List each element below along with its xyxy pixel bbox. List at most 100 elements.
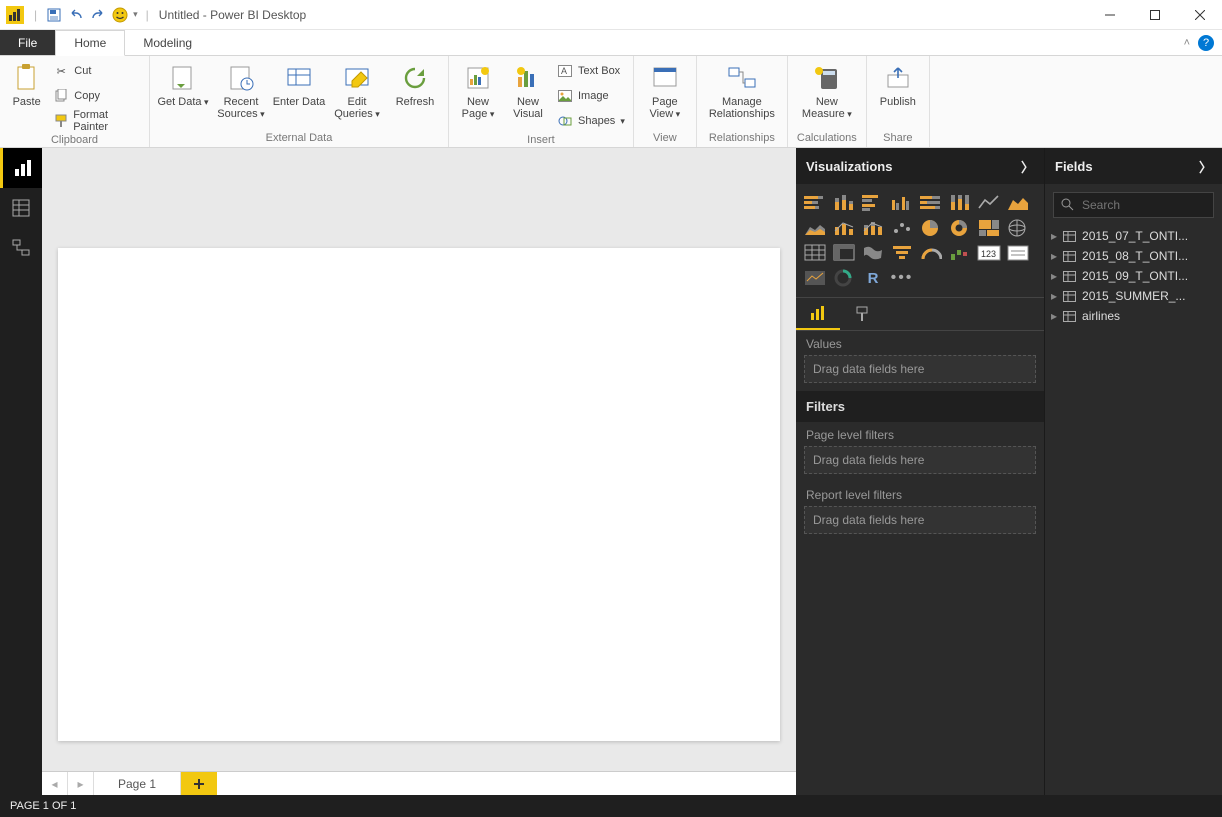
get-data-button[interactable]: Get Data <box>156 60 210 108</box>
textbox-button[interactable]: AText Box <box>555 60 627 82</box>
report-filters-dropzone[interactable]: Drag data fields here <box>804 506 1036 534</box>
viz-treemap-icon[interactable] <box>976 217 1002 239</box>
viz-format-tab-icon[interactable] <box>840 298 884 330</box>
minimize-button[interactable] <box>1087 0 1132 30</box>
viz-clustered-column-icon[interactable] <box>889 192 915 214</box>
smiley-icon[interactable] <box>111 6 129 24</box>
field-table[interactable]: ▸2015_SUMMER_... <box>1045 286 1222 306</box>
tab-modeling[interactable]: Modeling <box>125 30 210 55</box>
edit-queries-button[interactable]: Edit Queries <box>330 60 384 120</box>
qat-dropdown-icon[interactable]: ▾ <box>133 9 138 20</box>
viz-kpi-icon[interactable] <box>802 267 828 289</box>
shapes-button[interactable]: Shapes ▾ <box>555 110 627 132</box>
new-visual-button[interactable]: New Visual <box>505 60 551 120</box>
tab-home[interactable]: Home <box>55 30 125 56</box>
field-table[interactable]: ▸airlines <box>1045 306 1222 326</box>
nav-data-icon[interactable] <box>0 188 42 228</box>
viz-matrix-icon[interactable] <box>831 242 857 264</box>
values-label: Values <box>796 331 1044 355</box>
format-painter-button[interactable]: Format Painter <box>51 110 143 132</box>
page-filters-label: Page level filters <box>796 422 1044 446</box>
page-filters-dropzone[interactable]: Drag data fields here <box>804 446 1036 474</box>
manage-relationships-button[interactable]: Manage Relationships <box>703 60 781 120</box>
status-bar: PAGE 1 OF 1 <box>0 795 1222 817</box>
viz-100-stacked-column-icon[interactable] <box>947 192 973 214</box>
viz-clustered-bar-icon[interactable] <box>860 192 886 214</box>
nav-model-icon[interactable] <box>0 228 42 268</box>
publish-button[interactable]: Publish <box>873 60 923 108</box>
save-button[interactable] <box>45 6 63 24</box>
viz-stacked-bar-icon[interactable] <box>802 192 828 214</box>
close-button[interactable] <box>1177 0 1222 30</box>
window-title: Untitled - Power BI Desktop <box>159 8 306 22</box>
field-table[interactable]: ▸2015_08_T_ONTI... <box>1045 246 1222 266</box>
refresh-button[interactable]: Refresh <box>388 60 442 108</box>
viz-waterfall-icon[interactable] <box>947 242 973 264</box>
viz-r-icon[interactable]: R <box>860 267 886 289</box>
viz-100-stacked-bar-icon[interactable] <box>918 192 944 214</box>
viz-more-icon[interactable]: ••• <box>889 267 915 289</box>
viz-map-icon[interactable] <box>1005 217 1031 239</box>
enter-data-button[interactable]: Enter Data <box>272 60 326 108</box>
viz-donut-icon[interactable] <box>947 217 973 239</box>
viz-scatter-icon[interactable] <box>889 217 915 239</box>
redo-button[interactable] <box>89 6 107 24</box>
expand-icon: ▸ <box>1051 289 1057 303</box>
viz-area-icon[interactable] <box>1005 192 1031 214</box>
paste-button[interactable]: Paste <box>6 60 47 108</box>
cut-button[interactable]: ✂Cut <box>51 60 143 82</box>
table-icon <box>1063 251 1076 262</box>
table-icon <box>1063 311 1076 322</box>
image-button[interactable]: Image <box>555 85 627 107</box>
viz-card-icon[interactable]: 123 <box>976 242 1002 264</box>
visualizations-header[interactable]: Visualizations〉 <box>796 148 1044 184</box>
field-table[interactable]: ▸2015_07_T_ONTI... <box>1045 226 1222 246</box>
viz-combo-col-line-icon[interactable] <box>831 217 857 239</box>
viz-stacked-area-icon[interactable] <box>802 217 828 239</box>
fields-header[interactable]: Fields〉 <box>1045 148 1222 184</box>
visualization-picker: 123 R ••• <box>796 184 1044 297</box>
group-label-calc: Calculations <box>794 130 860 147</box>
table-icon <box>1063 271 1076 282</box>
collapse-ribbon-icon[interactable]: ˄ <box>1184 37 1190 49</box>
left-nav <box>0 148 42 795</box>
page-next-icon[interactable]: ▸ <box>68 772 94 795</box>
fields-search-input[interactable] <box>1053 192 1214 218</box>
viz-table-icon[interactable] <box>802 242 828 264</box>
new-measure-button[interactable]: New Measure <box>794 60 860 120</box>
viz-slicer-icon[interactable] <box>1005 242 1031 264</box>
viz-gauge-icon[interactable] <box>918 242 944 264</box>
report-canvas[interactable] <box>58 248 780 741</box>
viz-pie-icon[interactable] <box>918 217 944 239</box>
copy-button[interactable]: Copy <box>51 85 143 107</box>
viz-fields-tab-icon[interactable] <box>796 298 840 330</box>
viz-combo-stacked-line-icon[interactable] <box>860 217 886 239</box>
undo-button[interactable] <box>67 6 85 24</box>
expand-icon: ▸ <box>1051 309 1057 323</box>
viz-filled-map-icon[interactable] <box>860 242 886 264</box>
chevron-right-icon: 〉 <box>1021 157 1034 176</box>
recent-sources-button[interactable]: Recent Sources <box>214 60 268 120</box>
table-icon <box>1063 231 1076 242</box>
tab-file[interactable]: File <box>0 30 55 55</box>
page-prev-icon[interactable]: ◂ <box>42 772 68 795</box>
canvas-area: ◂ ▸ Page 1 <box>42 148 796 795</box>
viz-property-tabs <box>796 297 1044 331</box>
add-page-button[interactable] <box>181 772 217 795</box>
viz-donut-kpi-icon[interactable] <box>831 267 857 289</box>
ribbon: Paste ✂Cut Copy Format Painter Clipboard… <box>0 56 1222 148</box>
help-button[interactable]: ? <box>1198 35 1214 51</box>
viz-line-icon[interactable] <box>976 192 1002 214</box>
new-page-button[interactable]: New Page <box>455 60 501 120</box>
visualizations-panel: Visualizations〉 123 <box>796 148 1044 795</box>
app-icon <box>6 6 24 24</box>
page-tab-1[interactable]: Page 1 <box>94 772 181 795</box>
values-dropzone[interactable]: Drag data fields here <box>804 355 1036 383</box>
maximize-button[interactable] <box>1132 0 1177 30</box>
page-view-button[interactable]: Page View <box>640 60 690 120</box>
nav-report-icon[interactable] <box>0 148 42 188</box>
field-table[interactable]: ▸2015_09_T_ONTI... <box>1045 266 1222 286</box>
viz-stacked-column-icon[interactable] <box>831 192 857 214</box>
viz-funnel-icon[interactable] <box>889 242 915 264</box>
fields-panel: Fields〉 ▸2015_07_T_ONTI... ▸2015_08_T_ON… <box>1044 148 1222 795</box>
